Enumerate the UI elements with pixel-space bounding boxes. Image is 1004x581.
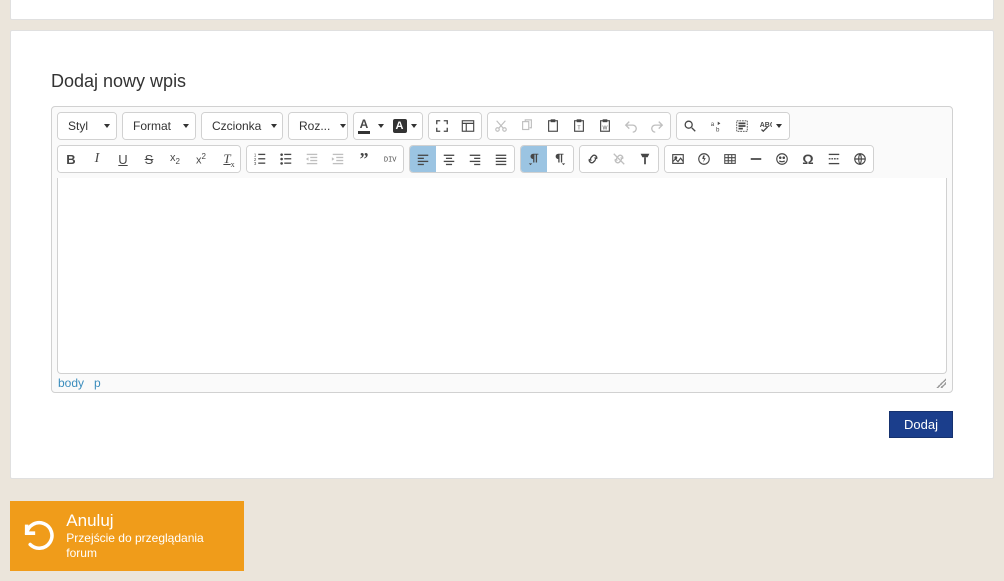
cancel-tile[interactable]: Anuluj Przejście do przeglądania forum xyxy=(10,501,244,571)
spellcheck-button[interactable]: ABC xyxy=(755,113,789,139)
ltr-button[interactable] xyxy=(521,146,547,172)
anchor-button[interactable] xyxy=(632,146,658,172)
paste-word-button[interactable]: W xyxy=(592,113,618,139)
align-left-button[interactable] xyxy=(410,146,436,172)
previous-panel-edge xyxy=(10,0,994,20)
indent-button[interactable] xyxy=(325,146,351,172)
iframe-button[interactable] xyxy=(847,146,873,172)
underline-button[interactable]: U xyxy=(110,146,136,172)
editor-elements-path: body p xyxy=(52,374,952,392)
strike-button[interactable]: S xyxy=(136,146,162,172)
submit-button[interactable]: Dodaj xyxy=(889,411,953,438)
rtl-button[interactable] xyxy=(547,146,573,172)
image-button[interactable] xyxy=(665,146,691,172)
link-button[interactable] xyxy=(580,146,606,172)
chevron-down-icon xyxy=(183,124,189,128)
create-div-button[interactable]: DIV xyxy=(377,146,403,172)
undo-icon xyxy=(20,519,56,553)
subscript-button[interactable]: x2 xyxy=(162,146,188,172)
outdent-button[interactable] xyxy=(299,146,325,172)
smiley-button[interactable] xyxy=(769,146,795,172)
size-dropdown[interactable]: Roz... xyxy=(288,112,348,140)
editor-toolbar: Styl Format Czcionka Roz... A xyxy=(52,107,952,173)
format-dropdown[interactable]: Format xyxy=(122,112,196,140)
chevron-down-icon xyxy=(378,124,384,128)
bold-button[interactable]: B xyxy=(58,146,84,172)
svg-text:3: 3 xyxy=(254,161,257,166)
bg-color-button[interactable]: A xyxy=(388,113,422,139)
rich-text-editor: Styl Format Czcionka Roz... A xyxy=(51,106,953,393)
replace-button[interactable]: ab xyxy=(703,113,729,139)
horizontal-rule-button[interactable] xyxy=(743,146,769,172)
add-post-panel: Dodaj nowy wpis Styl Format Czcionka Roz… xyxy=(10,30,994,479)
panel-title: Dodaj nowy wpis xyxy=(51,71,953,92)
table-button[interactable] xyxy=(717,146,743,172)
cancel-title: Anuluj xyxy=(66,511,230,531)
cut-button[interactable] xyxy=(488,113,514,139)
align-center-button[interactable] xyxy=(436,146,462,172)
paste-text-button[interactable]: T xyxy=(566,113,592,139)
font-dropdown[interactable]: Czcionka xyxy=(201,112,283,140)
chevron-down-icon xyxy=(340,124,346,128)
align-justify-button[interactable] xyxy=(488,146,514,172)
page-break-button[interactable] xyxy=(821,146,847,172)
resize-handle[interactable] xyxy=(936,378,946,388)
select-all-button[interactable] xyxy=(729,113,755,139)
svg-text:DIV: DIV xyxy=(384,157,397,165)
paste-button[interactable] xyxy=(540,113,566,139)
bulleted-list-button[interactable] xyxy=(273,146,299,172)
svg-text:b: b xyxy=(716,126,720,133)
svg-text:W: W xyxy=(603,126,608,132)
redo-button[interactable] xyxy=(644,113,670,139)
align-right-button[interactable] xyxy=(462,146,488,172)
unlink-button[interactable] xyxy=(606,146,632,172)
numbered-list-button[interactable]: 123 xyxy=(247,146,273,172)
editor-content-area[interactable] xyxy=(57,178,947,374)
text-color-button[interactable]: A xyxy=(354,113,388,139)
path-item-body[interactable]: body xyxy=(58,376,84,390)
superscript-button[interactable]: x2 xyxy=(188,146,214,172)
style-dropdown[interactable]: Styl xyxy=(57,112,117,140)
remove-format-button[interactable]: Tx xyxy=(214,146,240,172)
blockquote-button[interactable]: ” xyxy=(351,146,377,172)
path-item-p[interactable]: p xyxy=(94,376,101,390)
chevron-down-icon xyxy=(271,124,277,128)
toolbar-row-1: Styl Format Czcionka Roz... A xyxy=(57,112,947,140)
flash-button[interactable] xyxy=(691,146,717,172)
chevron-down-icon xyxy=(411,124,417,128)
find-button[interactable] xyxy=(677,113,703,139)
italic-button[interactable]: I xyxy=(84,146,110,172)
chevron-down-icon xyxy=(776,124,782,128)
copy-button[interactable] xyxy=(514,113,540,139)
maximize-button[interactable] xyxy=(429,113,455,139)
show-blocks-button[interactable] xyxy=(455,113,481,139)
svg-text:a: a xyxy=(711,121,715,128)
toolbar-row-2: B I U S x2 x2 Tx 123 ” DIV xyxy=(57,145,947,173)
svg-text:T: T xyxy=(577,126,581,132)
special-char-button[interactable]: Ω xyxy=(795,146,821,172)
undo-button[interactable] xyxy=(618,113,644,139)
chevron-down-icon xyxy=(104,124,110,128)
